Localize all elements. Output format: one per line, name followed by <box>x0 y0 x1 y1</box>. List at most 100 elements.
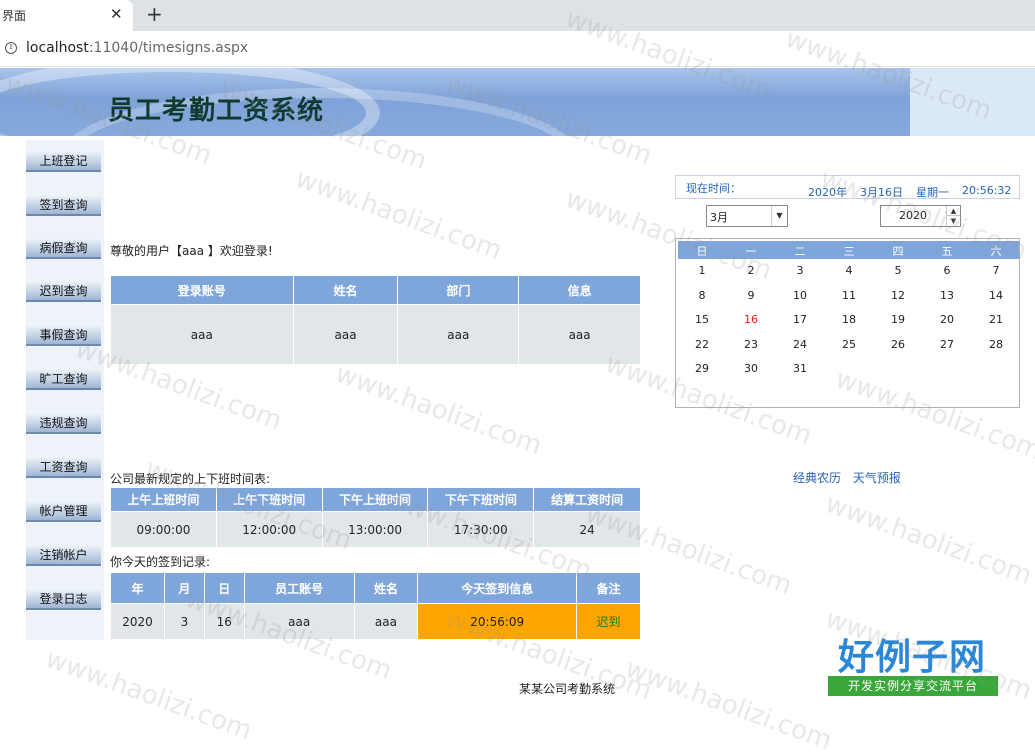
url-text[interactable]: localhost:11040/timesigns.aspx <box>26 40 248 56</box>
calendar-day[interactable]: 1 <box>678 264 726 277</box>
calendar-day[interactable]: 30 <box>727 362 775 375</box>
table-header-row: 年 月 日 员工账号 姓名 今天签到信息 备注 <box>110 572 641 604</box>
calendar-day[interactable]: 24 <box>776 338 824 351</box>
chevron-down-icon[interactable]: ▼ <box>946 216 960 226</box>
calendar-day[interactable]: 15 <box>678 313 726 326</box>
calendar-day[interactable]: 27 <box>923 338 971 351</box>
chevron-down-icon[interactable]: ▼ <box>771 206 787 226</box>
watermark: www.haolizi.com <box>331 358 546 462</box>
sidebar-item-violation[interactable]: 违规查询 <box>26 412 101 434</box>
calendar-links: 经典农历 天气预报 <box>793 469 909 486</box>
calendar-day[interactable]: 22 <box>678 338 726 351</box>
url-path: :11040/timesigns.aspx <box>88 40 249 56</box>
address-bar[interactable]: i localhost:11040/timesigns.aspx <box>0 31 1035 67</box>
year-stepper-value: 2020 <box>899 209 927 222</box>
calendar-day[interactable]: 31 <box>776 362 824 375</box>
calendar-day[interactable]: 11 <box>825 289 873 302</box>
sidebar-item-sick-leave[interactable]: 病假查询 <box>26 237 101 259</box>
calendar-day[interactable]: 3 <box>776 264 824 277</box>
calendar-day[interactable]: 19 <box>874 313 922 326</box>
column-header: 备注 <box>576 572 641 604</box>
calendar-day[interactable]: 8 <box>678 289 726 302</box>
table-cell: aaa <box>110 304 294 365</box>
table-cell: 13:00:00 <box>321 511 429 548</box>
calendar-day[interactable]: 2 <box>727 264 775 277</box>
sidebar-item-personal-leave[interactable]: 事假查询 <box>26 324 101 346</box>
table-cell: 16 <box>203 603 245 640</box>
year-stepper[interactable]: 2020 ▲ ▼ <box>880 205 961 227</box>
calendar-day[interactable]: 7 <box>972 264 1020 277</box>
calendar-day[interactable]: 10 <box>776 289 824 302</box>
calendar-day[interactable]: 28 <box>972 338 1020 351</box>
table-cell: 09:00:00 <box>110 511 217 548</box>
clock-time: 20:56:32 <box>962 184 1012 197</box>
status-badge: 迟到 <box>576 603 641 640</box>
calendar-day[interactable]: 4 <box>825 264 873 277</box>
calendar-day[interactable]: 17 <box>776 313 824 326</box>
weekday-label: 二 <box>794 245 806 258</box>
calendar-day[interactable]: 29 <box>678 362 726 375</box>
signin-time-cell: 20:56:09 <box>417 603 578 640</box>
calendar-day[interactable]: 25 <box>825 338 873 351</box>
calendar-day[interactable]: 26 <box>874 338 922 351</box>
calendar-day[interactable]: 23 <box>727 338 775 351</box>
new-tab-icon[interactable]: + <box>146 2 163 26</box>
table-cell: 24 <box>533 511 641 548</box>
calendar: 日一二三四五六 1 2 3 4 5 6 7 8 9 10 11 12 13 14 15 16 17 18 19 20 2… <box>675 238 1020 408</box>
column-header: 部门 <box>397 275 520 305</box>
column-header: 信息 <box>518 275 641 305</box>
table-cell: aaa <box>397 304 520 365</box>
sidebar-item-late[interactable]: 迟到查询 <box>26 280 101 302</box>
month-select[interactable]: 3月 ▼ <box>706 205 788 227</box>
sidebar-item-logout[interactable]: 注销帐户 <box>26 544 101 566</box>
watermark: www.haolizi.com <box>291 163 506 267</box>
table-row: 2020 3 16 aaa aaa 20:56:09 迟到 <box>110 603 641 640</box>
column-header: 月 <box>163 572 205 604</box>
clock-date: 3月16日 <box>860 186 903 199</box>
sidebar-item-login-log[interactable]: 登录日志 <box>26 588 101 610</box>
sidebar-item-absence[interactable]: 旷工查询 <box>26 368 101 390</box>
column-header: 员工账号 <box>243 572 355 604</box>
browser-tab[interactable]: 界面 ✕ <box>0 0 133 31</box>
calendar-day[interactable]: 18 <box>825 313 873 326</box>
column-header: 年 <box>110 572 165 604</box>
calendar-day[interactable]: 20 <box>923 313 971 326</box>
month-select-value: 3月 <box>710 211 728 224</box>
weekday-label: 五 <box>941 245 953 258</box>
calendar-day[interactable]: 14 <box>972 289 1020 302</box>
weekday-label: 三 <box>843 245 855 258</box>
calendar-day[interactable]: 12 <box>874 289 922 302</box>
sidebar-item-account[interactable]: 帐户管理 <box>26 500 101 522</box>
column-header: 登录账号 <box>110 275 294 305</box>
tab-title: 界面 <box>2 9 27 23</box>
calendar-day[interactable]: 16 <box>727 313 775 326</box>
weather-link[interactable]: 天气预报 <box>853 471 901 485</box>
signin-table: 年 月 日 员工账号 姓名 今天签到信息 备注 2020 3 16 aaa aa… <box>110 572 641 640</box>
column-header: 姓名 <box>353 572 419 604</box>
column-header: 上午下班时间 <box>215 487 323 512</box>
sidebar-item-signin-query[interactable]: 签到查询 <box>26 194 101 216</box>
calendar-day[interactable]: 6 <box>923 264 971 277</box>
column-header: 结算工资时间 <box>533 487 641 512</box>
chevron-up-icon[interactable]: ▲ <box>946 206 960 216</box>
info-icon[interactable]: i <box>5 42 17 54</box>
table-header-row: 上午上班时间 上午下班时间 下午上班时间 下午下班时间 结算工资时间 <box>110 487 641 512</box>
table-row: 09:00:00 12:00:00 13:00:00 17:30:00 24 <box>110 511 641 548</box>
calendar-day[interactable]: 5 <box>874 264 922 277</box>
weekday-label: 四 <box>892 245 904 258</box>
table-header-row: 登录账号 姓名 部门 信息 <box>110 275 641 305</box>
watermark: www.haolizi.com <box>621 653 836 756</box>
clock-label: 现在时间： <box>686 182 741 195</box>
calendar-day[interactable]: 9 <box>727 289 775 302</box>
calendar-day[interactable]: 13 <box>923 289 971 302</box>
system-title: 员工考勤工资系统 <box>108 96 325 126</box>
weekday-label: 一 <box>745 245 757 258</box>
lunar-calendar-link[interactable]: 经典农历 <box>793 471 841 485</box>
close-icon[interactable]: ✕ <box>110 5 123 23</box>
sidebar-item-salary[interactable]: 工资查询 <box>26 456 101 478</box>
browser-tab-bar: 界面 ✕ + <box>0 0 1035 31</box>
sidebar-item-checkin[interactable]: 上班登记 <box>26 150 101 172</box>
column-header: 下午下班时间 <box>427 487 535 512</box>
calendar-day[interactable]: 21 <box>972 313 1020 326</box>
clock-weekday: 星期一 <box>916 186 949 199</box>
